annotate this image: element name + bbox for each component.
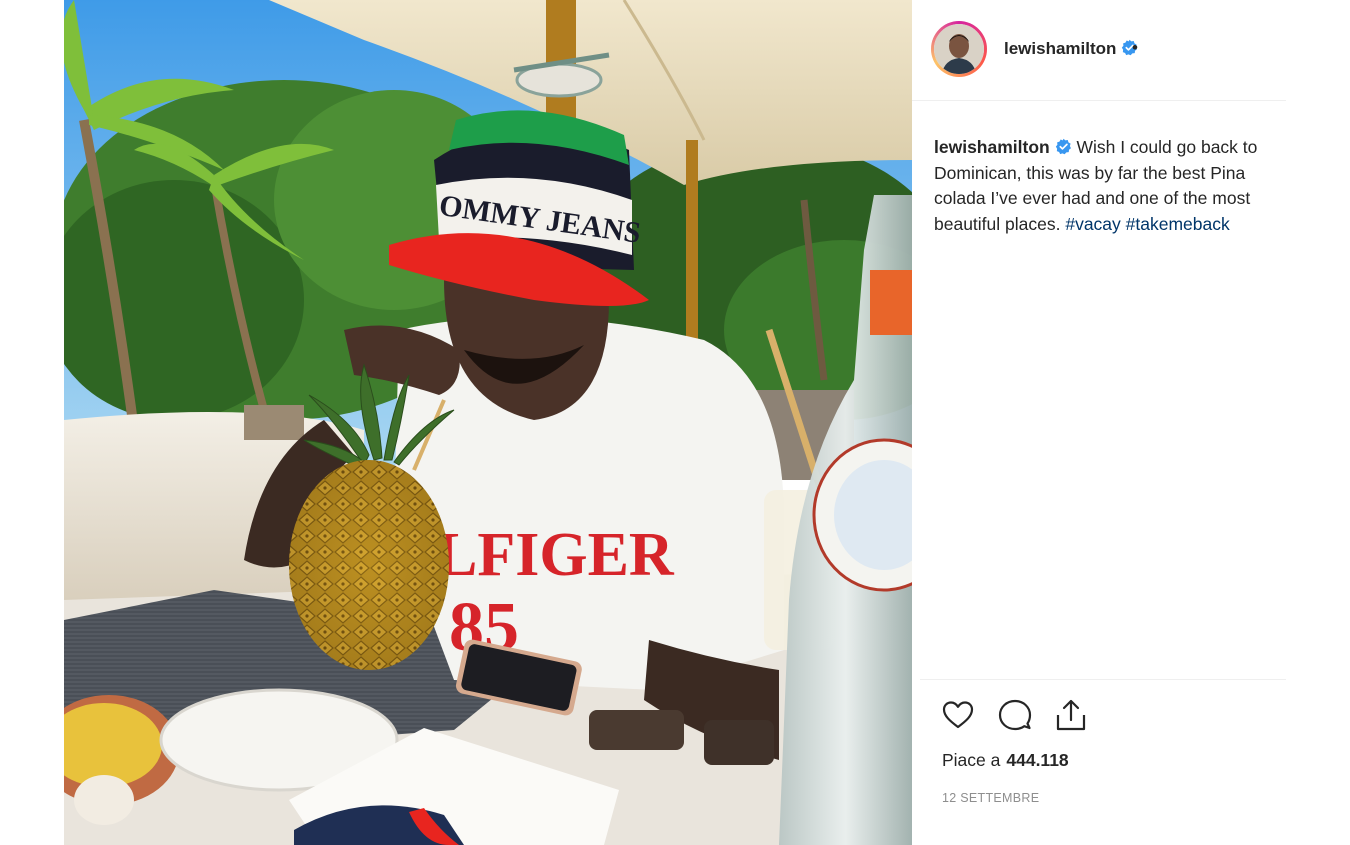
comment-bubble-icon[interactable]: [997, 697, 1033, 733]
shirt-lettering: LFIGER: [436, 521, 675, 589]
post-photo[interactable]: LFIGER 85 OMMY JEANS: [64, 0, 912, 845]
header-username[interactable]: lewishamilton: [1004, 39, 1116, 58]
share-upload-icon[interactable]: [1053, 697, 1089, 733]
heart-icon[interactable]: [940, 697, 976, 733]
likes-count[interactable]: 444.118: [1006, 750, 1068, 770]
header-dot-separator: •: [1132, 38, 1138, 57]
divider: [920, 679, 1286, 680]
avatar[interactable]: [931, 21, 987, 77]
verified-badge-icon: [1055, 137, 1072, 155]
likes-label: Piace a: [942, 750, 1001, 770]
post-caption: lewishamilton Wish I could go back to Do…: [934, 135, 1279, 237]
post-side-panel: lewishamilton • lewishamilton Wish I cou…: [912, 0, 1286, 845]
hashtag-vacay[interactable]: #vacay: [1065, 214, 1120, 234]
likes-count-row[interactable]: Piace a 444.118: [942, 750, 1069, 771]
post-header: lewishamilton •: [912, 0, 1286, 101]
post-date[interactable]: 12 SETTEMBRE: [942, 791, 1039, 805]
caption-username[interactable]: lewishamilton: [934, 137, 1050, 157]
hashtag-takemeback[interactable]: #takemeback: [1126, 214, 1230, 234]
header-username-row[interactable]: lewishamilton: [1004, 39, 1138, 59]
